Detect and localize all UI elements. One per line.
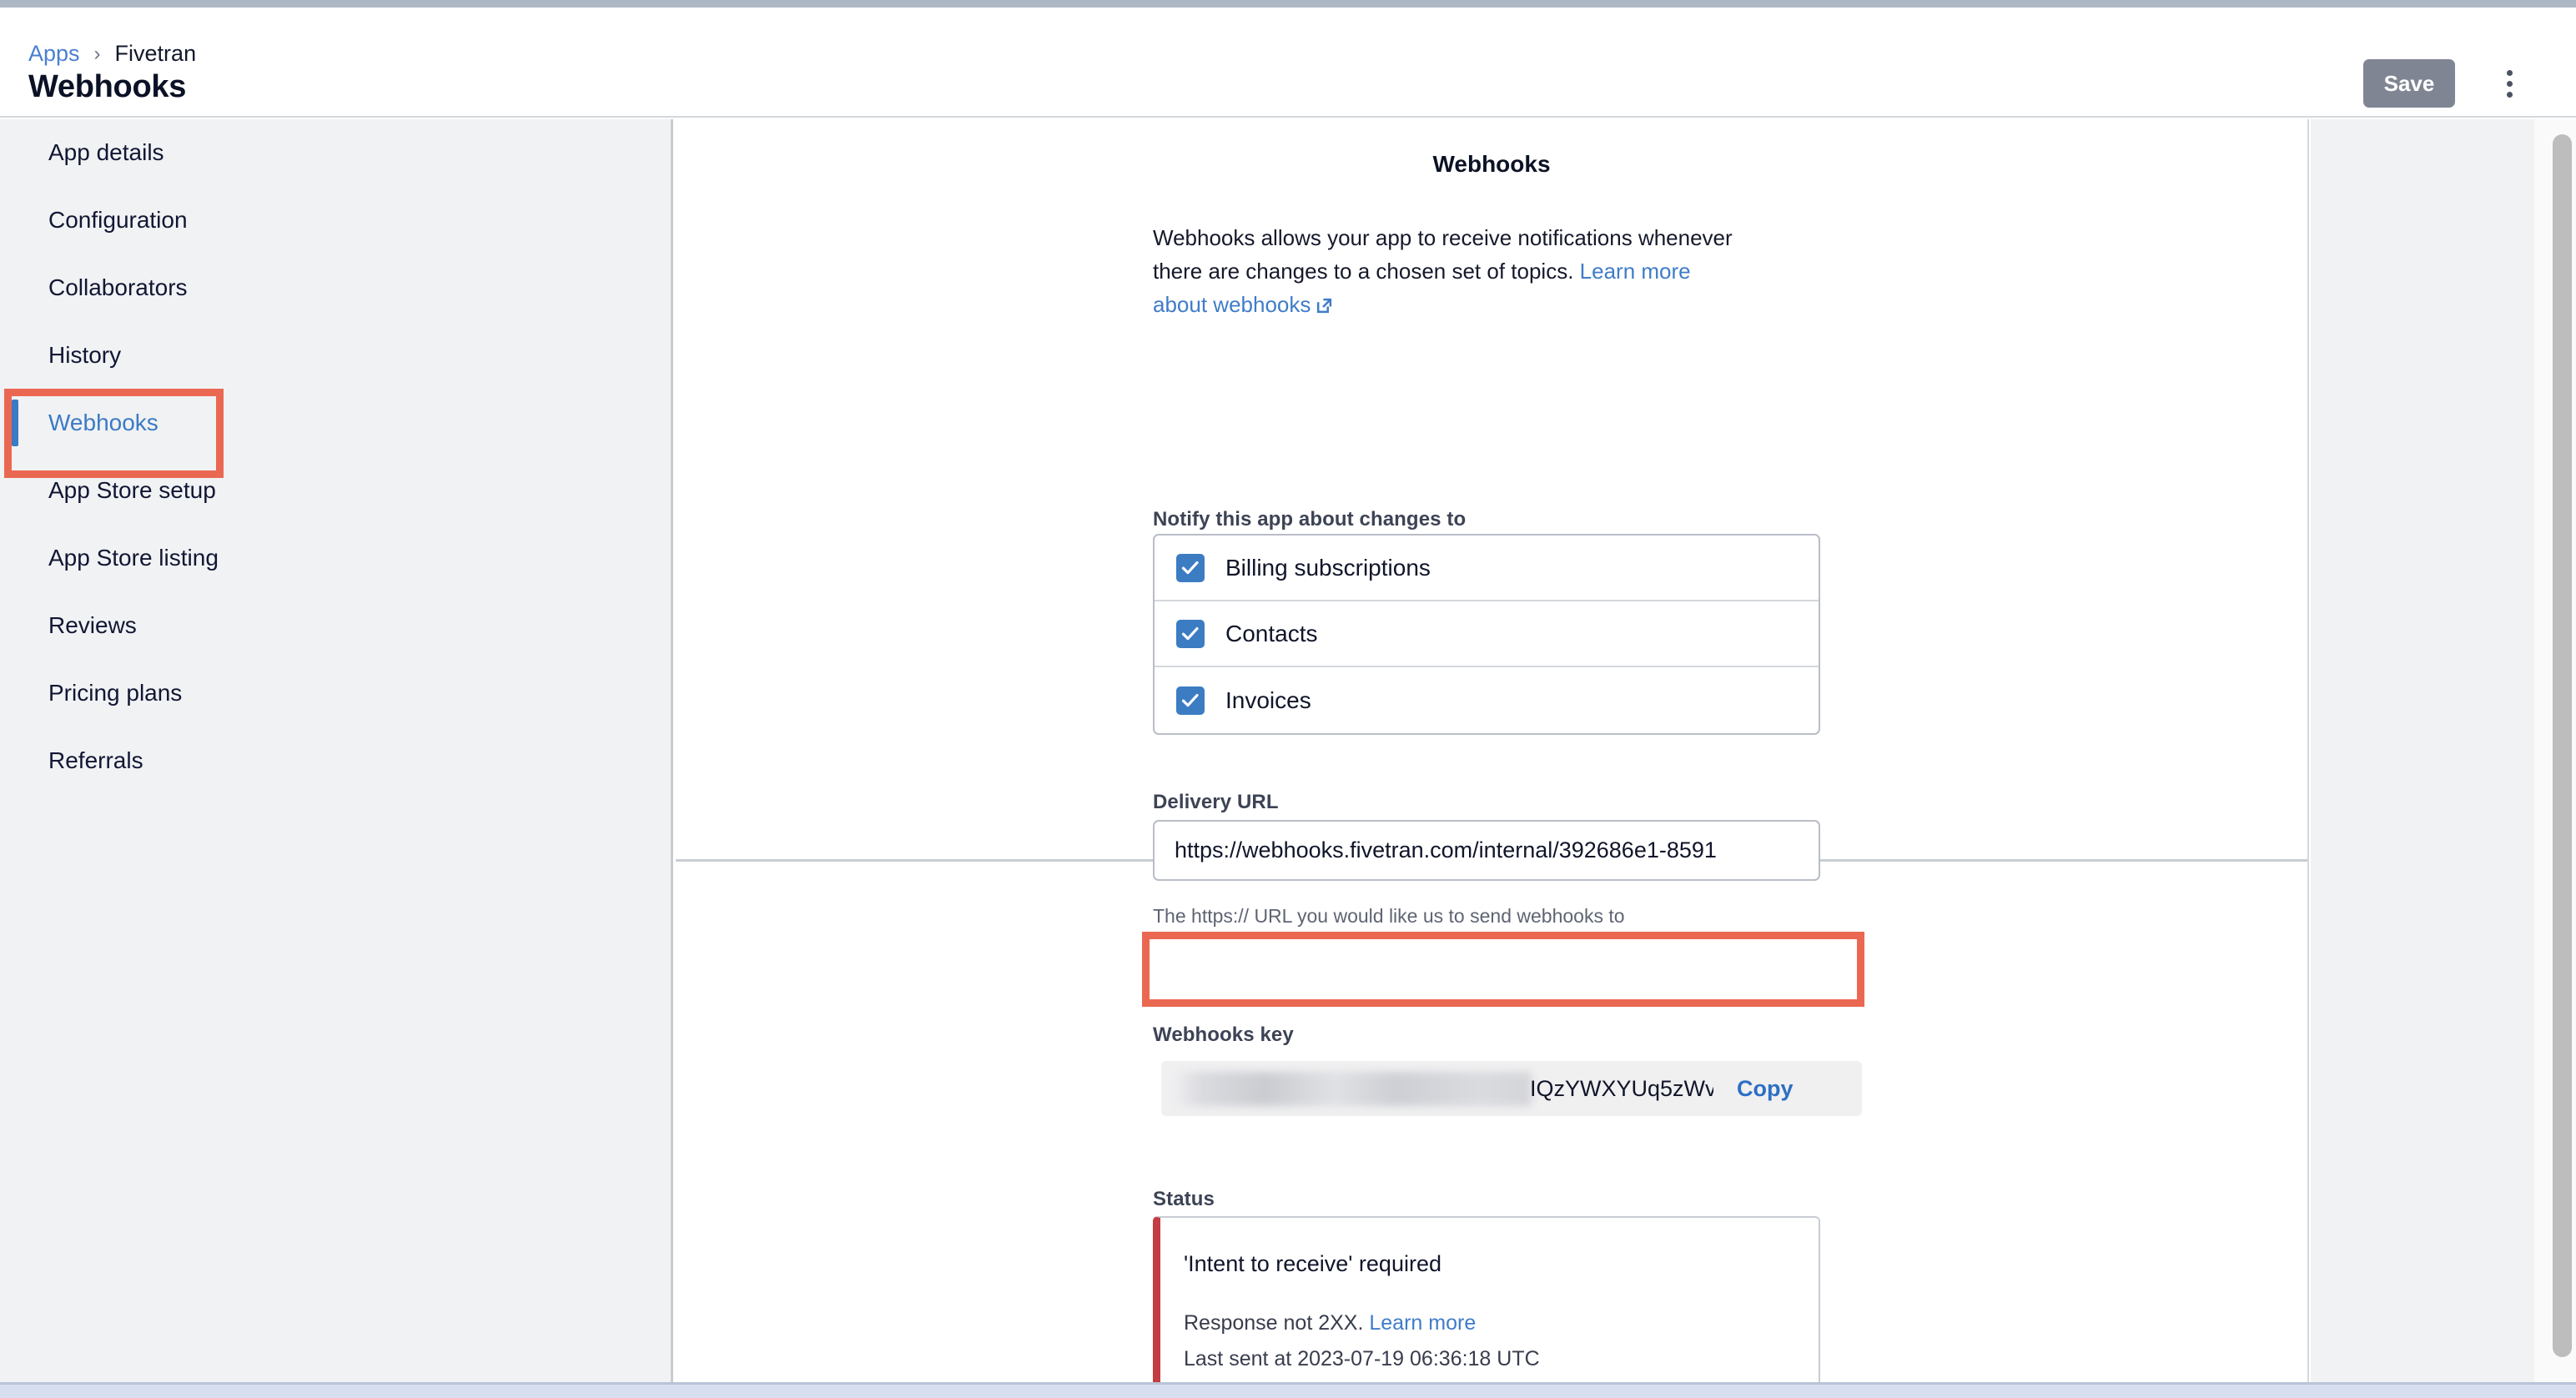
status-detail-text: Response not 2XX.: [1184, 1311, 1370, 1335]
sidebar-item-app-details[interactable]: App details: [0, 119, 671, 186]
sidebar-item-label: History: [48, 342, 122, 368]
sidebar-nav: App details Configuration Collaborators …: [0, 119, 673, 1385]
browser-chrome-top: [0, 0, 2576, 8]
status-label: Status: [1153, 1188, 1215, 1210]
delivery-url-label: Delivery URL: [1153, 791, 1279, 813]
webhooks-key-label: Webhooks key: [1153, 1023, 1294, 1046]
webhooks-key-field: IQzYWXYUq5zWv Copy: [1161, 1061, 1862, 1116]
sidebar-item-referrals[interactable]: Referrals: [0, 727, 671, 794]
external-link-icon: [1316, 290, 1333, 324]
status-title: 'Intent to receive' required: [1184, 1251, 1441, 1276]
sidebar-item-app-store-listing[interactable]: App Store listing: [0, 525, 671, 591]
status-learn-more-link[interactable]: Learn more: [1369, 1311, 1476, 1335]
webhooks-key-value: IQzYWXYUq5zWv: [1530, 1075, 1713, 1101]
breadcrumb-current-fivetran: Fivetran: [114, 41, 197, 66]
sidebar-item-label: Pricing plans: [48, 680, 183, 706]
topic-label: Invoices: [1225, 686, 1311, 713]
sidebar-item-label: Configuration: [48, 207, 188, 233]
topic-label: Contacts: [1225, 620, 1318, 646]
topic-label: Billing subscriptions: [1225, 554, 1431, 581]
vertical-scrollbar-thumb[interactable]: [2553, 134, 2572, 1357]
status-last-sent: Last sent at 2023-07-19 06:36:18 UTC: [1184, 1347, 1540, 1370]
breadcrumb-link-apps[interactable]: Apps: [28, 41, 80, 67]
delivery-url-help-text: The https:// URL you would like us to se…: [1153, 905, 1625, 927]
sidebar-item-history[interactable]: History: [0, 322, 671, 389]
app-root: Apps › Fivetran Webhooks Save App detail…: [0, 0, 2576, 1398]
sidebar-item-reviews[interactable]: Reviews: [0, 592, 671, 659]
active-indicator-bar: [12, 400, 18, 446]
copy-webhooks-key-button[interactable]: Copy: [1737, 1061, 1794, 1116]
delivery-url-input[interactable]: [1153, 820, 1820, 881]
status-panel: 'Intent to receive' required Response no…: [1153, 1216, 1820, 1385]
notify-topics-list: Billing subscriptions Contacts Invoices: [1153, 534, 1820, 735]
topic-row-contacts[interactable]: Contacts: [1155, 601, 1819, 667]
browser-chrome-bottom: [0, 1385, 2576, 1398]
intro-paragraph: Webhooks allows your app to receive noti…: [1153, 221, 1737, 324]
page-header: Apps › Fivetran Webhooks Save: [0, 8, 2576, 118]
sidebar-item-label: App Store listing: [48, 545, 219, 571]
save-button[interactable]: Save: [2363, 59, 2455, 108]
sidebar-item-label: App details: [48, 139, 164, 165]
topic-row-billing-subscriptions[interactable]: Billing subscriptions: [1155, 536, 1819, 601]
sidebar-item-pricing-plans[interactable]: Pricing plans: [0, 660, 671, 727]
content-heading: Webhooks: [1432, 151, 1551, 177]
checkbox-checked-icon[interactable]: [1176, 619, 1205, 648]
main-content-panel: Webhooks Webhooks allows your app to rec…: [676, 119, 2309, 1385]
sidebar-item-label: Referrals: [48, 747, 143, 773]
sidebar-item-app-store-setup[interactable]: App Store setup: [0, 457, 671, 524]
sidebar-item-webhooks[interactable]: Webhooks: [0, 390, 671, 456]
page-title: Webhooks: [28, 69, 187, 104]
sidebar-item-label: App Store setup: [48, 477, 216, 503]
status-detail: Response not 2XX. Learn more: [1184, 1311, 1476, 1335]
topic-row-invoices[interactable]: Invoices: [1155, 667, 1819, 733]
sidebar-item-label: Webhooks: [48, 410, 158, 435]
sidebar-item-label: Reviews: [48, 612, 137, 638]
checkbox-checked-icon[interactable]: [1176, 553, 1205, 582]
sidebar-item-label: Collaborators: [48, 274, 188, 300]
breadcrumb-separator-icon: ›: [93, 42, 101, 65]
checkbox-checked-icon[interactable]: [1176, 686, 1205, 715]
sidebar-item-collaborators[interactable]: Collaborators: [0, 254, 671, 321]
kebab-menu-icon[interactable]: [2493, 59, 2526, 108]
redacted-key-overlay: [1173, 1072, 1532, 1106]
notify-topics-label: Notify this app about changes to: [1153, 508, 1467, 531]
breadcrumb: Apps › Fivetran: [28, 41, 196, 67]
sidebar-item-configuration[interactable]: Configuration: [0, 187, 671, 254]
